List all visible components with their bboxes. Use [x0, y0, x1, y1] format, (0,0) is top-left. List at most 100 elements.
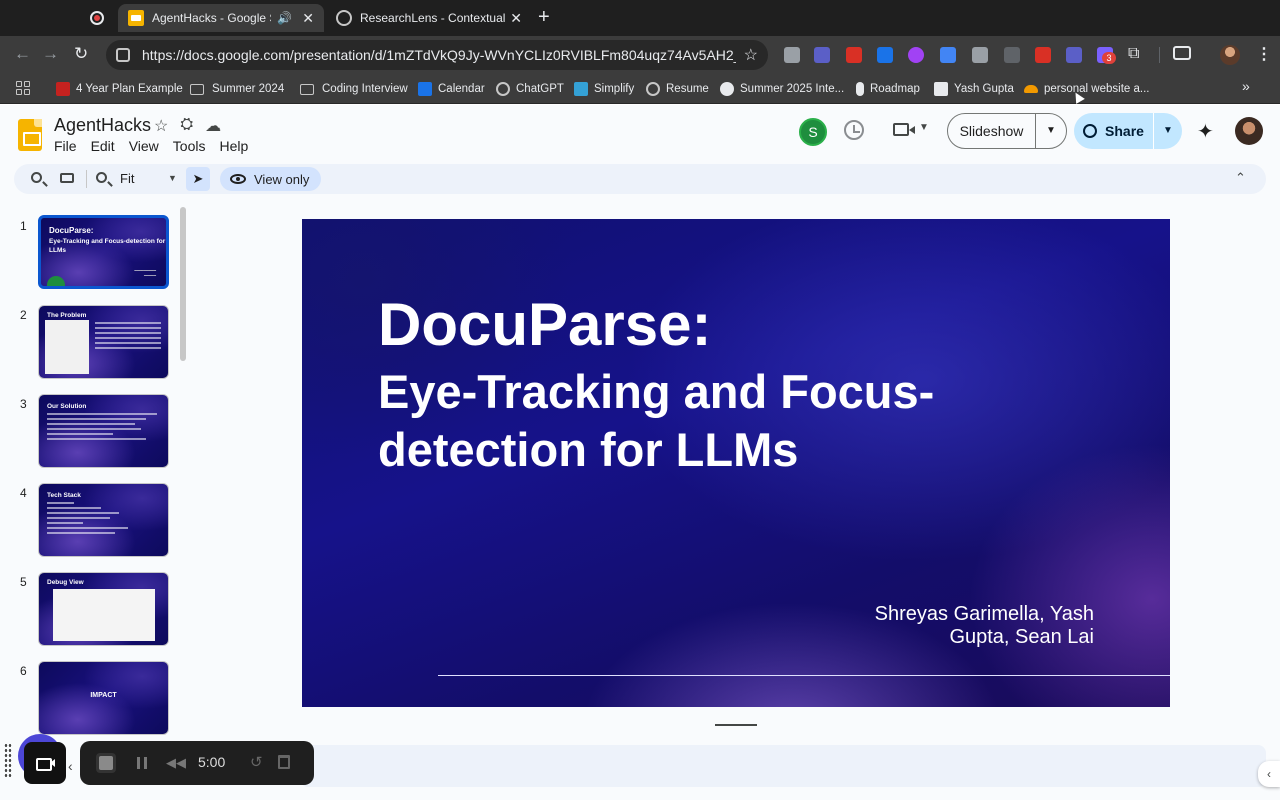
cloud-status-icon[interactable]: ☁ [205, 116, 221, 136]
extension-mail-icon[interactable] [1004, 47, 1020, 63]
menu-bar: File Edit View Tools Help [54, 138, 248, 154]
star-icon[interactable]: ☆ [154, 116, 168, 136]
share-button[interactable]: Share ▼ [1074, 113, 1182, 149]
bookmark-item[interactable]: Simplify [574, 80, 634, 98]
slide-thumbnail-2[interactable]: The Problem [38, 305, 169, 379]
bookmark-folder[interactable]: Coding Interview [300, 80, 408, 98]
document-title[interactable]: AgentHacks [54, 115, 151, 136]
menu-edit[interactable]: Edit [91, 138, 115, 154]
extension-record-icon[interactable] [908, 47, 924, 63]
side-panel-icon[interactable] [1173, 46, 1191, 60]
address-bar[interactable]: https://docs.google.com/presentation/d/1… [106, 40, 768, 70]
speaker-notes-area[interactable] [300, 745, 1266, 787]
page-icon [934, 82, 948, 96]
share-options-icon[interactable]: ▼ [1154, 113, 1182, 149]
extension-r-icon[interactable] [972, 47, 988, 63]
slideshow-button[interactable]: Slideshow ▼ [947, 113, 1067, 149]
chevron-down-icon[interactable]: ▼ [168, 173, 177, 183]
select-cursor-icon[interactable]: ➤ [186, 167, 210, 191]
side-panel-toggle-icon[interactable]: ‹ [1258, 761, 1280, 787]
version-history-icon[interactable] [844, 120, 864, 140]
bookmark-item[interactable]: Resume [646, 80, 709, 98]
slide-thumbnail-1[interactable]: DocuParse: Eye-Tracking and Focus-detecti… [38, 215, 169, 289]
share-label[interactable]: Share [1074, 113, 1154, 149]
bookmark-item[interactable]: personal website a... [1024, 80, 1149, 98]
slide-thumbnail-5[interactable]: Debug View [38, 572, 169, 646]
rewind-icon[interactable]: ◀◀ [166, 755, 186, 771]
bookmark-item[interactable]: ChatGPT [496, 80, 564, 98]
close-tab-icon[interactable]: ✕ [302, 10, 314, 27]
restart-icon[interactable]: ↺ [250, 753, 263, 771]
bookmark-item[interactable]: Summer 2025 Inte... [720, 80, 844, 98]
print-icon[interactable] [60, 173, 74, 183]
collapse-menus-icon[interactable]: ⌃ [1235, 170, 1246, 186]
bookmark-star-icon[interactable]: ☆ [744, 45, 758, 65]
collaborator-avatar[interactable]: S [799, 118, 827, 146]
bookmark-label: Roadmap [870, 83, 920, 95]
bookmark-item[interactable]: Yash Gupta [934, 80, 1014, 98]
forward-icon[interactable]: → [42, 44, 59, 64]
account-avatar[interactable] [1235, 117, 1263, 145]
menu-help[interactable]: Help [219, 138, 248, 154]
new-tab-icon[interactable]: + [538, 6, 550, 28]
view-only-chip[interactable]: View only [220, 167, 322, 191]
slide-number: 6 [20, 664, 27, 678]
extensions-puzzle-icon[interactable]: ⧉ [1128, 45, 1139, 63]
filmstrip-scrollbar[interactable] [180, 207, 186, 361]
meet-camera-icon[interactable] [893, 123, 915, 136]
bookmark-item[interactable]: 4 Year Plan Example [56, 80, 183, 98]
slide-thumbnail-6[interactable]: IMPACT [38, 661, 169, 735]
pause-icon[interactable] [137, 757, 147, 769]
profile-avatar[interactable] [1220, 45, 1240, 65]
tab-researchlens[interactable]: ResearchLens - Contextual Knowledge ✕ [326, 4, 532, 32]
extension-video-icon[interactable] [846, 47, 862, 63]
bookmark-folder[interactable]: Summer 2024 [190, 80, 284, 98]
bookmark-item[interactable]: Roadmap [856, 80, 920, 98]
camera-icon[interactable] [24, 742, 66, 784]
menu-file[interactable]: File [54, 138, 77, 154]
bookmark-item[interactable]: Calendar [418, 80, 485, 98]
slide-thumbnail-3[interactable]: Our Solution [38, 394, 169, 468]
thumbnail-title: IMPACT [90, 692, 117, 699]
apps-grid-icon[interactable] [16, 81, 30, 95]
back-icon[interactable]: ← [14, 44, 31, 64]
search-icon[interactable] [31, 172, 42, 183]
speaker-icon[interactable]: 🔊 [277, 11, 292, 25]
move-folder-icon[interactable]: ⛭ [180, 116, 193, 136]
google-slides-logo-icon[interactable] [18, 119, 42, 151]
rocket-icon [856, 82, 864, 96]
tab-agenthacks[interactable]: AgentHacks - Google Slides 🔊 ✕ [118, 4, 324, 32]
reload-icon[interactable]: ↻ [74, 44, 88, 64]
chevron-left-icon[interactable]: ‹ [68, 758, 73, 774]
speaker-notes-resize-handle[interactable] [715, 724, 757, 726]
url-text[interactable]: https://docs.google.com/presentation/d/1… [142, 47, 736, 63]
menu-view[interactable]: View [129, 138, 159, 154]
slideshow-options-icon[interactable]: ▼ [1036, 114, 1066, 148]
slide-thumbnail-4[interactable]: Tech Stack [38, 483, 169, 557]
slides-app: AgentHacks ☆ ⛭ ☁ File Edit View Tools He… [0, 105, 1280, 800]
extension-arrow-icon[interactable] [1035, 47, 1051, 63]
stop-icon[interactable] [96, 753, 116, 773]
site-info-icon[interactable] [116, 48, 130, 62]
extension-cloud-icon[interactable] [940, 47, 956, 63]
menu-tools[interactable]: Tools [173, 138, 206, 154]
trash-icon[interactable] [278, 755, 290, 769]
bookmark-favicon-icon [56, 82, 70, 96]
close-tab-icon[interactable]: ✕ [510, 10, 522, 27]
extension-bolt-icon[interactable] [784, 47, 800, 63]
google-slides-favicon-icon [128, 10, 144, 26]
extension-p-icon[interactable] [814, 47, 830, 63]
chevron-down-icon[interactable]: ▼ [919, 122, 929, 133]
recording-indicator-icon[interactable] [90, 11, 104, 25]
slideshow-label[interactable]: Slideshow [948, 114, 1036, 148]
title-actions: ☆ ⛭ ☁ [154, 116, 221, 136]
bookmarks-overflow-icon[interactable]: » [1242, 78, 1250, 94]
browser-menu-icon[interactable]: ⋮ [1256, 44, 1272, 64]
gemini-sparkle-icon[interactable]: ✦ [1197, 119, 1214, 144]
recorder-drag-handle[interactable] [4, 743, 12, 777]
extension-s-icon[interactable] [877, 47, 893, 63]
zoom-select[interactable]: Fit [120, 171, 134, 186]
zoom-icon[interactable] [96, 172, 107, 183]
extension-shield-icon[interactable] [1066, 47, 1082, 63]
slide-canvas[interactable]: DocuParse: Eye-Tracking and Focus-detect… [302, 219, 1170, 707]
